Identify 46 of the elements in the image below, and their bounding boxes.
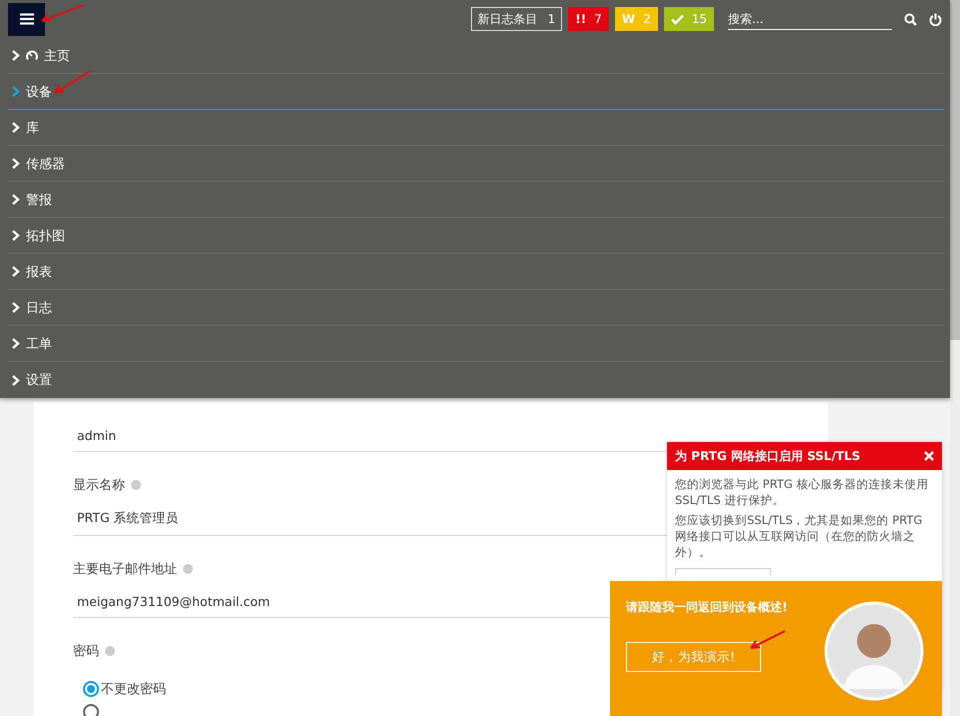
menu-item[interactable]: 设备 bbox=[8, 74, 944, 110]
menu-item[interactable]: 日志 bbox=[8, 290, 944, 326]
menu-item[interactable]: 工单 bbox=[8, 326, 944, 362]
search-icon[interactable] bbox=[904, 12, 917, 26]
menu-item[interactable]: 库 bbox=[8, 110, 944, 146]
info-icon[interactable] bbox=[183, 564, 193, 574]
chevron-icon bbox=[12, 374, 20, 386]
menu-item[interactable]: 传感器 bbox=[8, 146, 944, 182]
info-icon[interactable] bbox=[105, 646, 115, 656]
radio-button[interactable] bbox=[83, 681, 99, 697]
annotation-arrow bbox=[750, 630, 786, 649]
close-icon[interactable] bbox=[924, 451, 934, 461]
radio-label: 不更改密码 bbox=[101, 681, 166, 698]
menu-button[interactable] bbox=[8, 2, 45, 36]
chevron-icon bbox=[12, 302, 20, 313]
menu-item[interactable]: 报表 bbox=[8, 254, 944, 290]
info-icon[interactable] bbox=[131, 480, 141, 490]
menu-item[interactable]: 警报 bbox=[8, 182, 944, 218]
menu-icon bbox=[20, 13, 34, 25]
chevron-icon bbox=[12, 50, 20, 61]
switch-button[interactable] bbox=[675, 568, 771, 575]
tour-message: 请跟随我一同返回到设备概述! bbox=[626, 599, 788, 616]
menu-item[interactable]: 拓扑图 bbox=[8, 218, 944, 254]
field-label: 主要电子邮件地址 bbox=[73, 561, 177, 578]
scrollbar[interactable] bbox=[950, 0, 960, 716]
search-field[interactable]: 搜索... bbox=[728, 8, 892, 30]
chevron-icon bbox=[12, 266, 20, 277]
status-badge[interactable]: !! 7 bbox=[568, 7, 609, 31]
gauge-icon bbox=[26, 50, 38, 61]
annotation-arrow bbox=[54, 70, 91, 94]
field-label: 密码 bbox=[73, 643, 99, 660]
chevron-icon bbox=[12, 230, 20, 241]
field-label: 显示名称 bbox=[73, 477, 125, 494]
radio-button[interactable] bbox=[83, 704, 99, 716]
chevron-icon bbox=[12, 338, 20, 349]
menu-item[interactable]: 设置 bbox=[8, 362, 944, 398]
chevron-icon bbox=[12, 122, 20, 133]
chevron-icon bbox=[12, 86, 20, 97]
power-icon[interactable] bbox=[929, 12, 942, 26]
check-icon bbox=[670, 14, 684, 24]
chevron-icon bbox=[12, 194, 20, 205]
new-log-button[interactable]: 新日志条目 1 bbox=[470, 7, 562, 31]
chevron-icon bbox=[12, 158, 20, 169]
menu-item[interactable]: 主页 bbox=[8, 38, 944, 74]
annotation-arrow bbox=[41, 4, 84, 22]
avatar-icon bbox=[824, 601, 924, 701]
